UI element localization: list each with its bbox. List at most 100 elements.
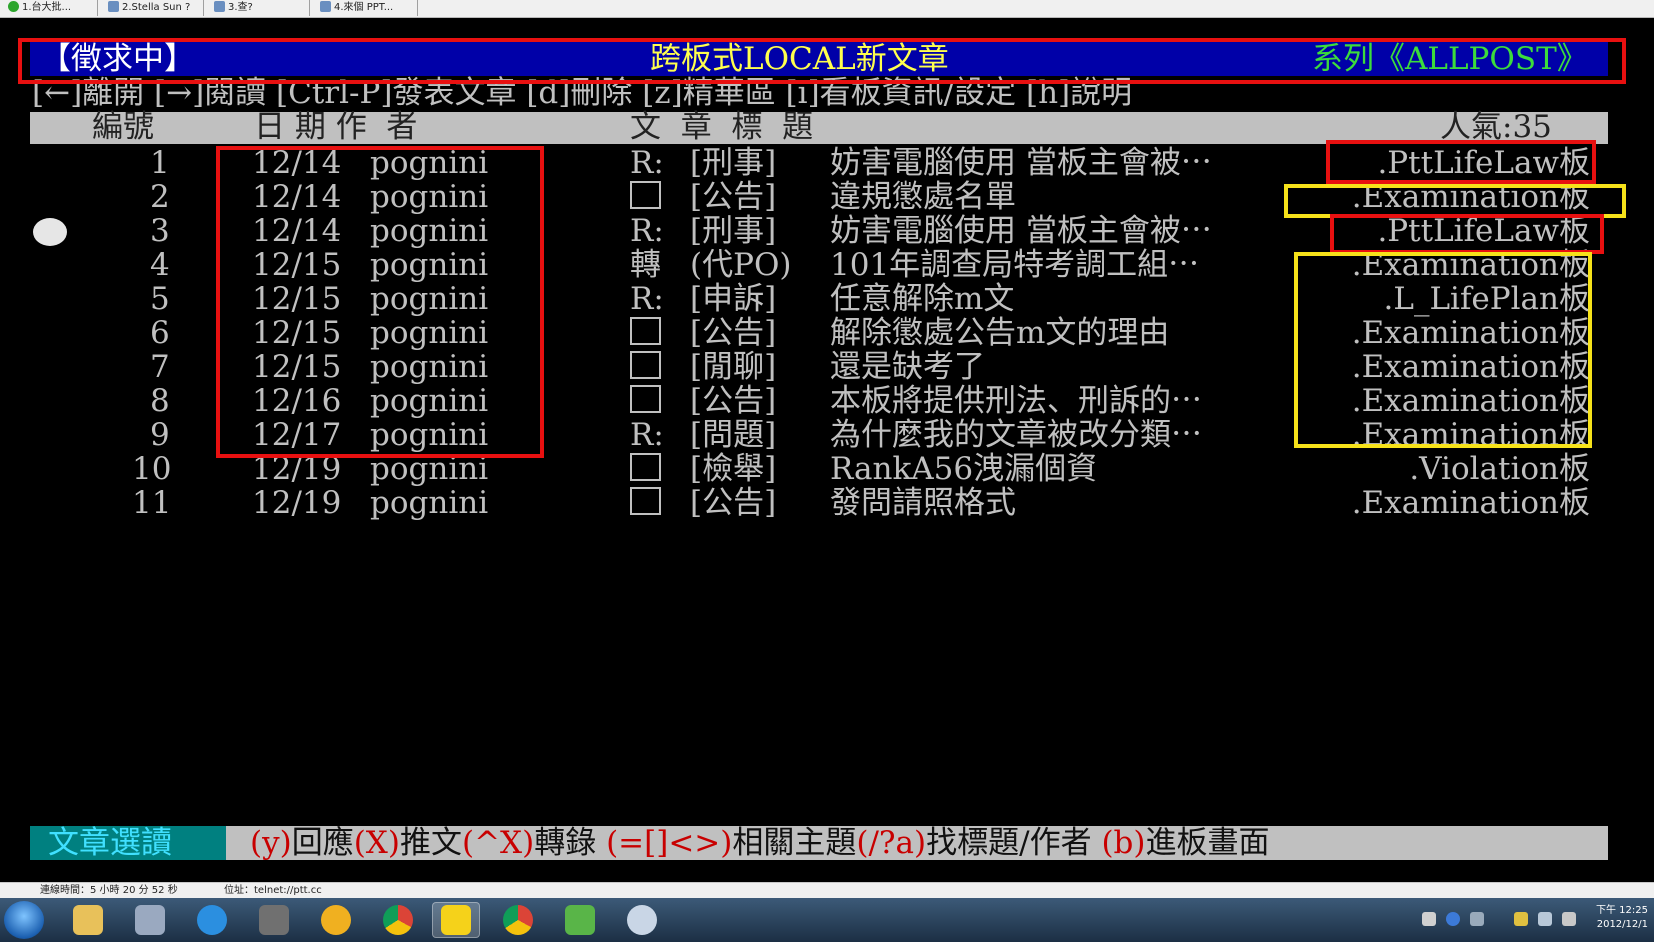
taskbar-ie[interactable] [188, 902, 236, 938]
row-title: 違規懲處名單 [830, 179, 1016, 215]
row-mark [630, 452, 661, 486]
internet-explorer-icon [197, 905, 227, 935]
row-title: 還是缺考了 [830, 349, 985, 385]
unread-box-icon [630, 487, 661, 515]
app-icon [441, 905, 471, 935]
row-num: 10 [132, 451, 172, 487]
row-tag: [公告] [690, 383, 777, 419]
connection-time: 連線時間：5 小時 20 分 52 秒 [40, 885, 178, 896]
taskbar-explorer[interactable] [64, 902, 112, 938]
help-icon[interactable] [1446, 912, 1460, 926]
row-num: 3 [150, 213, 170, 249]
row-mark [630, 350, 661, 384]
row-mark [630, 384, 661, 418]
status-bar: 連線時間：5 小時 20 分 52 秒 位址：telnet://ptt.cc [0, 882, 1654, 899]
volume-icon[interactable] [1562, 912, 1576, 926]
row-tag: [刑事] [690, 145, 777, 181]
clock-time: 下午 12:25 [1596, 905, 1648, 916]
row-board: .Violation板 [1409, 451, 1590, 487]
row-tag: [刑事] [690, 213, 777, 249]
tab-label: 2.Stella Sun ? [122, 2, 191, 13]
row-title: RankA56洩漏個資 [830, 451, 1098, 487]
row-title: 解除懲處公告m文的理由 [830, 315, 1170, 351]
row-num: 11 [132, 485, 172, 521]
tab-label: 4.來個 PPT... [334, 2, 394, 13]
cmd-key-forward[interactable]: (^X) [462, 825, 534, 861]
tray-settings-icon[interactable] [1470, 912, 1484, 926]
cmd-text-push: 推文 [399, 825, 462, 861]
session-tab-3[interactable]: 3.查? [210, 0, 310, 16]
taskbar-paint[interactable] [618, 902, 666, 938]
unread-box-icon [630, 453, 661, 481]
keyboard-icon[interactable] [1422, 912, 1436, 926]
footer-label: 文章選讀 [48, 825, 172, 861]
chrome-icon [383, 905, 413, 935]
highlight-box-header [18, 38, 1626, 84]
session-tab-bar: 1.台大批... 2.Stella Sun ? 3.查? 4.來個 PPT... [0, 0, 1654, 18]
connection-address: 位址：telnet://ptt.cc [224, 885, 322, 896]
column-title: 文 章 標 題 [630, 109, 814, 145]
session-tab-2[interactable]: 2.Stella Sun ? [104, 0, 204, 16]
row-title: 妨害電腦使用 當板主會被⋯ [830, 213, 1212, 249]
row-tag: (代PO) [690, 247, 792, 283]
taskbar-pcman[interactable] [126, 902, 174, 938]
taskbar-chrome-2[interactable] [494, 902, 542, 938]
column-popularity: 人氣:35 [1440, 109, 1552, 145]
windows-taskbar: 下午 12:25 2012/12/1 [0, 898, 1654, 942]
clock-date: 2012/12/1 [1596, 919, 1648, 930]
row-title: 任意解除m文 [830, 281, 1015, 317]
tray-expand-icon[interactable] [1494, 912, 1504, 926]
row-title: 本板將提供刑法、刑訴的⋯ [830, 383, 1202, 419]
session-tab-4[interactable]: 4.來個 PPT... [316, 0, 418, 16]
taskbar-active-app[interactable] [432, 902, 480, 938]
row-title: 101年調查局特考調工組⋯ [830, 247, 1200, 283]
terminal-icon [320, 0, 331, 12]
terminal-icon [108, 0, 119, 12]
unread-box-icon [630, 181, 661, 209]
row-tag: [申訴] [690, 281, 777, 317]
cmd-text-board: 進板畫面 [1145, 825, 1270, 861]
row-mark: R: [630, 213, 664, 249]
cmd-key-search[interactable]: (/?a) [856, 825, 926, 861]
row-tag: [公告] [690, 485, 777, 521]
cmd-text-search: 找標題/作者 [926, 825, 1102, 861]
unread-box-icon [630, 317, 661, 345]
cmd-text-reply: 回應 [291, 825, 354, 861]
row-num: 8 [150, 383, 170, 419]
row-num: 1 [150, 145, 170, 181]
bbs-terminal[interactable]: 【徵求中】 跨板式LOCAL新文章 系列《ALLPOST》 [←]離開 [→]閱… [0, 18, 1654, 880]
unread-box-icon [630, 385, 661, 413]
cmd-key-related[interactable]: (=[]<>) [606, 825, 732, 861]
camera-icon [259, 905, 289, 935]
cmd-key-push[interactable]: (X) [354, 825, 400, 861]
row-tag: [閒聊] [690, 349, 777, 385]
cmd-key-reply[interactable]: (y) [250, 825, 292, 861]
row-author: pognini [370, 485, 489, 521]
row-title: 發問請照格式 [830, 485, 1016, 521]
terminal-icon [214, 0, 225, 12]
taskbar-messenger[interactable] [556, 902, 604, 938]
taskbar-camera[interactable] [250, 902, 298, 938]
start-button-icon[interactable] [4, 901, 44, 939]
taskbar-media[interactable] [312, 902, 360, 938]
row-mark: 轉 [630, 247, 661, 283]
row-tag: [公告] [690, 179, 777, 215]
highlight-box-board-1 [1326, 140, 1596, 184]
row-mark [630, 180, 661, 214]
network-icon[interactable] [1538, 912, 1552, 926]
session-tab-1[interactable]: 1.台大批... [4, 0, 98, 16]
taskbar-chrome-1[interactable] [374, 902, 422, 938]
highlight-box-date-author [216, 146, 544, 458]
action-center-flag-icon[interactable] [1514, 912, 1528, 926]
row-num: 2 [150, 179, 170, 215]
tab-label: 1.台大批... [22, 2, 72, 13]
unread-box-icon [630, 351, 661, 379]
row-mark: R: [630, 281, 664, 317]
row-num: 4 [150, 247, 170, 283]
messenger-icon [565, 905, 595, 935]
system-clock[interactable]: 下午 12:25 2012/12/1 [1578, 904, 1648, 932]
terminal-app-icon [135, 905, 165, 935]
cmd-key-board[interactable]: (b) [1101, 825, 1145, 861]
row-num: 7 [150, 349, 170, 385]
column-num: 編號 [92, 109, 154, 145]
